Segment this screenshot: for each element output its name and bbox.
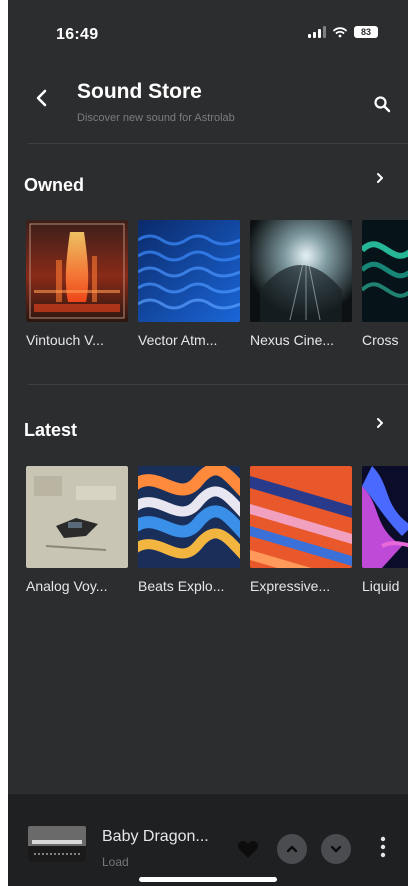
chevron-left-icon[interactable] bbox=[32, 88, 52, 108]
sound-artwork bbox=[250, 220, 352, 322]
latest-list[interactable]: Analog Voy... Beats Explo... Expressive.… bbox=[26, 466, 408, 606]
section-title-owned: Owned bbox=[24, 175, 85, 195]
system-indicators: 83 bbox=[308, 26, 378, 38]
chevron-right-icon[interactable] bbox=[374, 172, 386, 184]
sound-artwork bbox=[26, 220, 128, 322]
chevron-right-icon[interactable] bbox=[374, 417, 386, 429]
owned-list[interactable]: Vintouch V... Vector Atm... Nexus Cine..… bbox=[26, 220, 408, 360]
status-bar: 16:49 83 bbox=[8, 0, 408, 64]
sound-title: Vector Atm... bbox=[138, 332, 218, 348]
sound-artwork bbox=[138, 220, 240, 322]
mini-player[interactable]: Baby Dragon... Load bbox=[8, 794, 408, 886]
sound-card-vector[interactable]: Vector Atm... bbox=[138, 220, 240, 348]
sound-title: Expressive... bbox=[250, 578, 331, 594]
sound-card-expressive[interactable]: Expressive... bbox=[250, 466, 352, 594]
next-button[interactable] bbox=[321, 834, 351, 864]
sound-title: Analog Voy... bbox=[26, 578, 108, 594]
sound-store-screen: 16:49 83 Sound Store Discover new sound … bbox=[8, 0, 408, 886]
page-title: Sound Store bbox=[77, 80, 202, 103]
sound-title: Liquid bbox=[362, 578, 400, 594]
status-time: 16:49 bbox=[56, 26, 99, 43]
sound-card-analog[interactable]: Analog Voy... bbox=[26, 466, 128, 594]
sound-title: Vintouch V... bbox=[26, 332, 104, 348]
now-playing-title: Baby Dragon... bbox=[102, 828, 209, 845]
sound-title: Cross bbox=[362, 332, 399, 348]
page-subtitle: Discover new sound for Astrolab bbox=[77, 112, 235, 124]
sound-card-liquid[interactable]: Liquid bbox=[362, 466, 408, 594]
heart-icon[interactable] bbox=[237, 839, 259, 859]
sound-card-vintouch[interactable]: Vintouch V... bbox=[26, 220, 128, 348]
section-divider bbox=[28, 384, 408, 385]
previous-button[interactable] bbox=[277, 834, 307, 864]
sound-title: Nexus Cine... bbox=[250, 332, 335, 348]
battery-level: 83 bbox=[360, 27, 371, 37]
home-indicator[interactable] bbox=[139, 877, 277, 882]
battery-icon: 83 bbox=[354, 26, 378, 38]
chevron-up-icon bbox=[286, 845, 298, 853]
now-playing-status: Load bbox=[102, 855, 129, 869]
more-vertical-icon[interactable] bbox=[380, 836, 386, 858]
header: Sound Store Discover new sound for Astro… bbox=[8, 74, 408, 134]
wifi-icon bbox=[333, 27, 347, 38]
now-playing-artwork bbox=[28, 826, 86, 862]
sound-artwork bbox=[138, 466, 240, 568]
section-title-latest: Latest bbox=[24, 420, 78, 440]
sound-artwork bbox=[362, 466, 408, 568]
signal-icon bbox=[308, 26, 326, 38]
sound-artwork bbox=[26, 466, 128, 568]
sound-card-beats[interactable]: Beats Explo... bbox=[138, 466, 240, 594]
search-icon[interactable] bbox=[372, 94, 392, 114]
sound-card-cross[interactable]: Cross bbox=[362, 220, 408, 348]
header-divider bbox=[28, 143, 408, 144]
sound-card-nexus[interactable]: Nexus Cine... bbox=[250, 220, 352, 348]
sound-title: Beats Explo... bbox=[138, 578, 225, 594]
sound-artwork bbox=[362, 220, 408, 322]
sound-artwork bbox=[250, 466, 352, 568]
chevron-down-icon bbox=[330, 845, 342, 853]
